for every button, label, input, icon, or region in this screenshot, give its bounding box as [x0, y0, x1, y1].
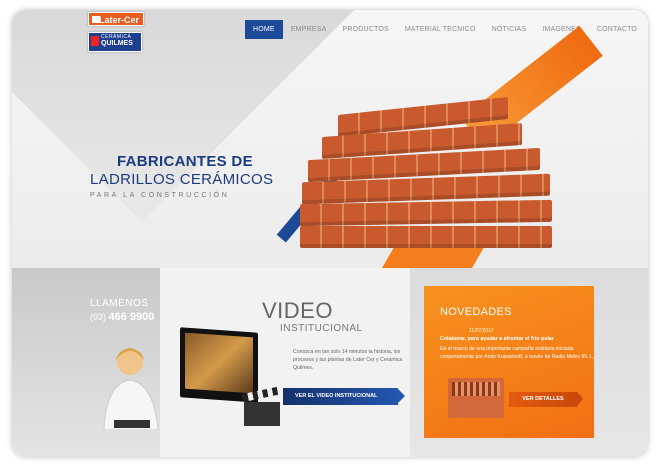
nav-empresa[interactable]: EMPRESA [283, 20, 335, 39]
nav-material-tecnico[interactable]: MATERIAL TECNICO [397, 20, 484, 39]
watch-video-button[interactable]: VER EL VIDEO INSTITUCIONAL [283, 388, 405, 405]
phone-number[interactable]: (03) 466 9900 [90, 311, 154, 323]
view-details-label: VER DETALLES [522, 396, 564, 402]
watch-video-label: VER EL VIDEO INSTITUCIONAL [295, 393, 378, 399]
brick-row [300, 226, 552, 248]
call-label: LLAMENOS [90, 298, 149, 309]
page-frame: Later-Cer CERÁMICA QUILMES HOME EMPRESA … [12, 10, 648, 457]
brick-stack-image [292, 97, 554, 253]
clapperboard-icon [242, 386, 280, 426]
nav-noticias[interactable]: NOTICIAS [484, 20, 535, 39]
brick-row [300, 199, 552, 227]
nav-contacto[interactable]: CONTACTO [589, 20, 645, 39]
hero-title-line2: LADRILLOS CERÁMICOS [90, 171, 274, 188]
brick-icon [92, 16, 100, 23]
brick-product-image [448, 378, 504, 418]
arrow-right-icon [397, 388, 405, 404]
hero-title-line1: FABRICANTES DE [117, 153, 253, 170]
phone-digits: 466 9900 [108, 311, 155, 323]
news-text: En el marco de una importante campaña so… [440, 346, 596, 360]
nav-home[interactable]: HOME [245, 20, 283, 39]
arrow-right-icon [577, 392, 583, 406]
news-title: NOVEDADES [440, 306, 512, 318]
ceramica-quilmes-logo[interactable]: CERÁMICA QUILMES [88, 32, 142, 52]
tv-screen [185, 332, 253, 394]
logo-text: Later-Cer [98, 15, 139, 25]
operator-photo [103, 348, 159, 430]
video-description: Conozca en tan solo 14 minutos la histor… [293, 349, 403, 372]
brick-holes [452, 382, 500, 396]
quilmes-mark-icon [91, 36, 99, 46]
later-cer-logo[interactable]: Later-Cer [88, 12, 144, 26]
phone-prefix: (03) [90, 312, 107, 322]
news-headline[interactable]: Colaborar, para ayudar a afrontar el frí… [440, 336, 600, 342]
nav-productos[interactable]: PRODUCTOS [334, 20, 396, 39]
video-subtitle: INSTITUCIONAL [280, 323, 363, 334]
logo-big-text: QUILMES [101, 40, 133, 47]
view-details-button[interactable]: VER DETALLES [509, 392, 583, 407]
hero-subtitle: PARA LA CONSTRUCCIÓN [90, 192, 230, 199]
video-title: VIDEO [262, 298, 333, 323]
tv-image [180, 327, 258, 403]
news-date: 11/07/2012 [469, 328, 494, 334]
